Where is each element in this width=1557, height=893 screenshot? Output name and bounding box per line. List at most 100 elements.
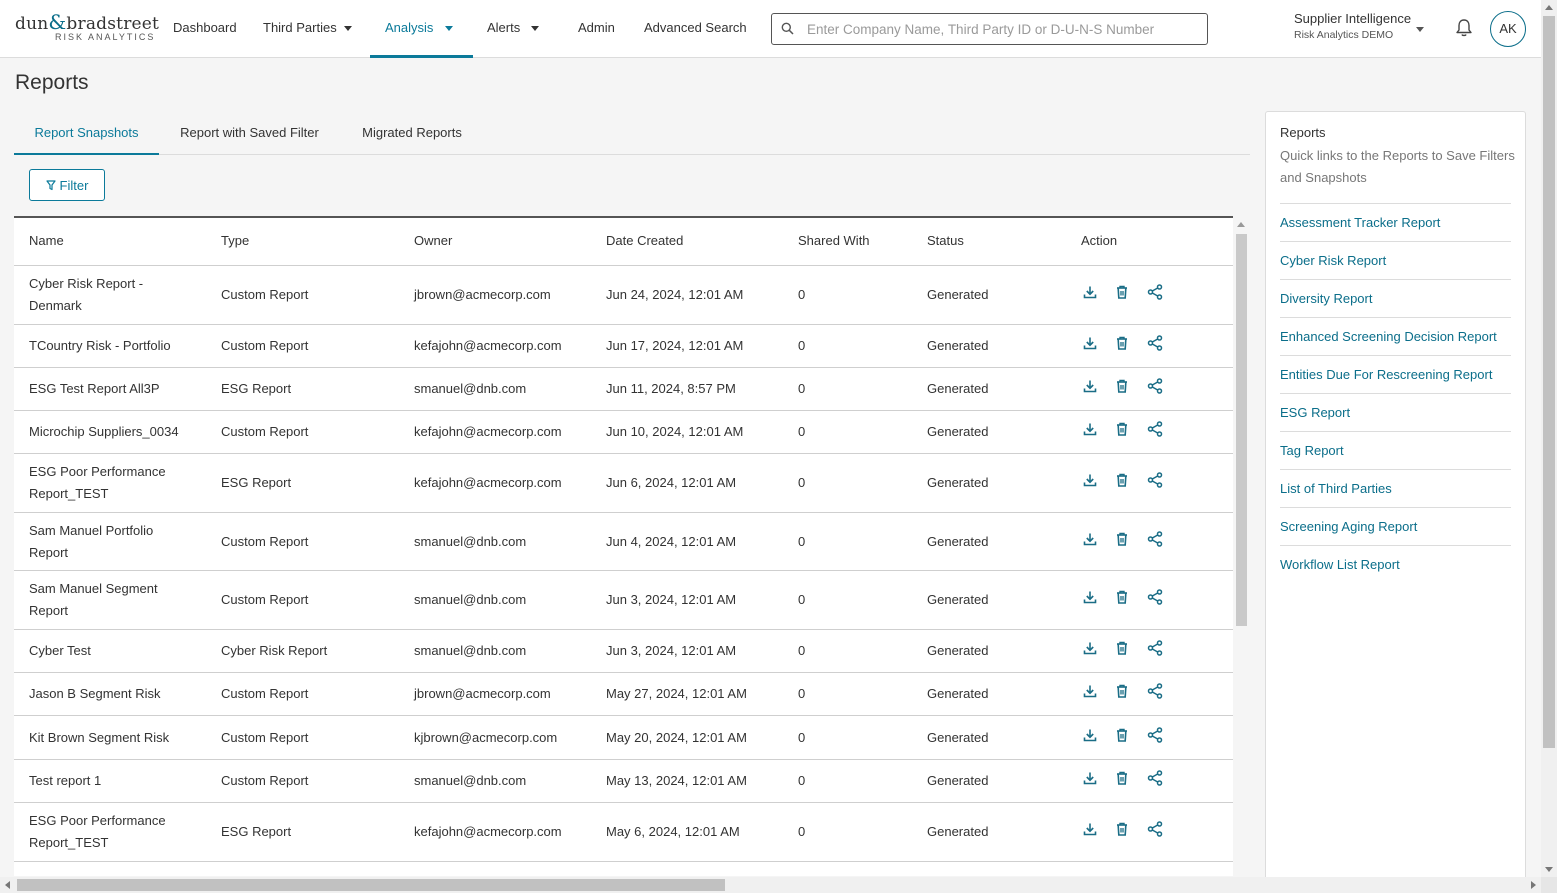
table-row[interactable]: ESG Poor Performance Report_TEST ESG Repo… [14, 803, 1233, 862]
reports-table: Name Type Owner Date Created Shared With… [14, 216, 1233, 876]
quick-link[interactable]: Screening Aging Report [1280, 507, 1511, 545]
trash-icon[interactable] [1115, 473, 1135, 493]
nav-analysis[interactable]: Analysis [385, 0, 454, 58]
download-icon[interactable] [1083, 336, 1103, 356]
nav-alerts[interactable]: Alerts [487, 0, 540, 58]
table-row[interactable]: Jason B Segment Risk Custom Report jbrown@… [14, 673, 1233, 716]
nav-dashboard[interactable]: Dashboard [173, 0, 237, 58]
product-switcher[interactable]: Supplier Intelligence Risk Analytics DEM… [1294, 11, 1411, 41]
company-search-input[interactable] [807, 18, 1197, 40]
table-scrollbar[interactable] [1234, 218, 1248, 876]
column-header-name[interactable]: Name [29, 218, 64, 264]
tab-migrated-reports[interactable]: Migrated Reports [359, 114, 465, 155]
trash-icon[interactable] [1115, 728, 1135, 748]
download-icon[interactable] [1083, 422, 1103, 442]
table-row[interactable]: ESG Test Report All3P ESG Report smanuel@d… [14, 368, 1233, 411]
dnb-logo[interactable]: dun&bradstreet RISK ANALYTICS [15, 10, 159, 44]
download-icon[interactable] [1083, 532, 1103, 552]
table-row[interactable]: TCountry Risk - Portfolio Custom Report ke… [14, 325, 1233, 368]
scroll-right-arrow-icon[interactable] [1531, 881, 1536, 889]
trash-icon[interactable] [1115, 822, 1135, 842]
quick-link[interactable]: Workflow List Report [1280, 545, 1511, 583]
table-row[interactable]: Cyber Risk Report - Denmark Custom Report… [14, 266, 1233, 325]
trash-icon[interactable] [1115, 379, 1135, 399]
quick-link[interactable]: Cyber Risk Report [1280, 241, 1511, 279]
trash-icon[interactable] [1115, 590, 1135, 610]
quick-link[interactable]: Entities Due For Rescreening Report [1280, 355, 1511, 393]
nav-advanced-search[interactable]: Advanced Search [644, 0, 747, 58]
share-icon[interactable] [1147, 821, 1167, 841]
download-icon[interactable] [1083, 771, 1103, 791]
column-header-type[interactable]: Type [221, 218, 249, 264]
quick-link[interactable]: Enhanced Screening Decision Report [1280, 317, 1511, 355]
trash-icon[interactable] [1115, 285, 1135, 305]
table-row[interactable]: Sam Manuel Portfolio Report Custom Report… [14, 513, 1233, 571]
trash-icon[interactable] [1115, 532, 1135, 552]
scroll-up-arrow-icon[interactable] [1545, 5, 1553, 10]
trash-icon[interactable] [1115, 336, 1135, 356]
cell-date-created: May 13, 2024, 12:01 AM [606, 773, 747, 788]
table-row[interactable]: ESG Poor Performance Report_TEST ESG Repo… [14, 454, 1233, 513]
user-avatar[interactable]: AK [1490, 11, 1526, 47]
quick-link[interactable]: Diversity Report [1280, 279, 1511, 317]
quick-link[interactable]: Tag Report [1280, 431, 1511, 469]
scroll-left-arrow-icon[interactable] [5, 881, 10, 889]
table-row[interactable]: Test report 1 Custom Report smanuel@dnb.co… [14, 760, 1233, 803]
column-header-shared-with[interactable]: Shared With [798, 218, 870, 264]
share-icon[interactable] [1147, 589, 1167, 609]
quick-link[interactable]: List of Third Parties [1280, 469, 1511, 507]
cell-type: Custom Report [221, 729, 309, 745]
cell-type: Custom Report [221, 287, 309, 302]
tab-report-snapshots[interactable]: Report Snapshots [14, 114, 159, 155]
download-icon[interactable] [1083, 822, 1103, 842]
share-icon[interactable] [1147, 683, 1167, 703]
page-vertical-scrollbar-thumb[interactable] [1543, 16, 1555, 748]
download-icon[interactable] [1083, 379, 1103, 399]
filter-button[interactable]: Filter [29, 169, 105, 201]
table-row[interactable]: Cyber Test Cyber Risk Report smanuel@dnb.c… [14, 630, 1233, 673]
trash-icon[interactable] [1115, 684, 1135, 704]
share-icon[interactable] [1147, 472, 1167, 492]
column-header-date-created[interactable]: Date Created [606, 218, 683, 264]
share-icon[interactable] [1147, 530, 1167, 551]
cell-owner: kefajohn@acmecorp.com [414, 424, 562, 439]
nav-third-parties[interactable]: Third Parties [263, 0, 352, 58]
cell-name: ESG Test Report All3P [29, 381, 160, 396]
share-icon[interactable] [1147, 726, 1167, 747]
trash-icon[interactable] [1115, 771, 1135, 791]
download-icon[interactable] [1083, 684, 1103, 704]
table-row[interactable]: Microchip Suppliers_0034 Custom Report kef… [14, 411, 1233, 454]
tab-report-with-saved-filter[interactable]: Report with Saved Filter [177, 114, 322, 155]
download-icon[interactable] [1083, 473, 1103, 493]
column-header-owner[interactable]: Owner [414, 218, 452, 264]
share-icon[interactable] [1147, 640, 1167, 660]
nav-admin[interactable]: Admin [578, 0, 615, 58]
download-icon[interactable] [1083, 641, 1103, 661]
scroll-down-arrow-icon[interactable] [1545, 867, 1553, 872]
caret-down-icon[interactable] [1416, 27, 1424, 32]
quick-link[interactable]: Assessment Tracker Report [1280, 203, 1511, 241]
page-horizontal-scrollbar[interactable] [0, 877, 1541, 893]
download-icon[interactable] [1083, 590, 1103, 610]
table-row[interactable]: Kit Brown Segment Risk Custom Report kjbro… [14, 716, 1233, 760]
top-navigation-bar: dun&bradstreet RISK ANALYTICS Dashboard … [0, 0, 1541, 58]
table-scrollbar-thumb[interactable] [1236, 234, 1247, 626]
bell-icon[interactable] [1455, 18, 1473, 41]
trash-icon[interactable] [1115, 641, 1135, 661]
share-icon[interactable] [1147, 335, 1167, 355]
scroll-up-arrow-icon[interactable] [1237, 222, 1245, 227]
cell-name: Jason B Segment Risk [29, 686, 161, 701]
share-icon[interactable] [1147, 421, 1167, 441]
quick-link[interactable]: ESG Report [1280, 393, 1511, 431]
share-icon[interactable] [1147, 770, 1167, 790]
page-vertical-scrollbar[interactable] [1541, 0, 1557, 877]
table-row[interactable]: Sam Manuel Segment Report Custom Report sm… [14, 571, 1233, 630]
trash-icon[interactable] [1115, 422, 1135, 442]
share-icon[interactable] [1147, 378, 1167, 398]
cell-owner: kjbrown@acmecorp.com [414, 729, 558, 745]
download-icon[interactable] [1083, 728, 1103, 748]
column-header-status[interactable]: Status [927, 218, 964, 264]
share-icon[interactable] [1147, 284, 1167, 304]
download-icon[interactable] [1083, 285, 1103, 305]
page-horizontal-scrollbar-thumb[interactable] [17, 879, 725, 891]
